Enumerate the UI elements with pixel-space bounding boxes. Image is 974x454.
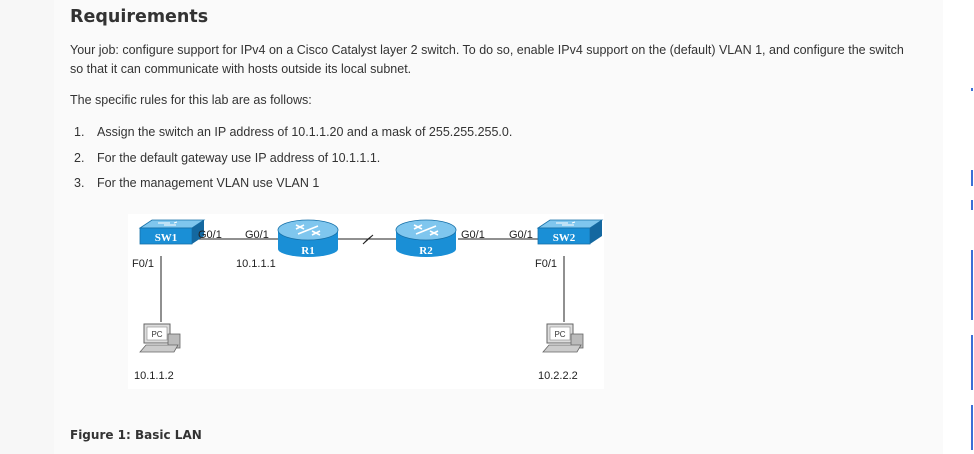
r2-label: R2 [419,245,433,257]
list-item-text: For the management VLAN use VLAN 1 [97,176,320,190]
list-item: 2. For the default gateway use IP address… [70,151,512,177]
pc2-ip-label: 10.2.2.2 [538,370,578,382]
list-item: 3. For the management VLAN use VLAN 1 [70,176,512,202]
rules-list: 1. Assign the switch an IP address of 10.… [70,125,512,202]
list-item-text: For the default gateway use IP address o… [97,150,381,165]
sw1-g01-label: G0/1 [198,229,222,241]
router-r2-icon: R2 [395,219,457,257]
network-diagram: SW1 G0/1 F0/1 R1 G0/1 10.1.1.1 R2 G0/1 S… [128,214,604,389]
pc1-icon: PC [139,323,181,353]
pc2-icon: PC [542,323,584,353]
sw2-g01-label: G0/1 [509,229,533,241]
pc2-screen-label: PC [554,330,565,339]
list-item: 1. Assign the switch an IP address of 10.… [70,125,512,151]
switch-sw1-icon: SW1 [138,219,206,245]
figure-caption: Figure 1: Basic LAN [70,428,202,442]
list-item-number: 2. [74,150,85,165]
intro-paragraph: Your job: configure support for IPv4 on … [70,43,904,76]
gutter-marker [971,335,973,390]
left-margin [0,0,54,454]
link-r1-r2-serial [338,234,398,245]
list-item-text: Assign the switch an IP address of 10.1.… [97,125,513,139]
gutter-marker [971,170,973,186]
sw2-label: SW2 [553,232,576,244]
r1-g01-label: G0/1 [245,229,269,241]
list-item-number: 1. [74,125,85,139]
gutter-marker [971,200,973,210]
page-title: Requirements [70,7,209,27]
list-item-number: 3. [74,176,85,190]
network-diagram-svg: SW1 G0/1 F0/1 R1 G0/1 10.1.1.1 R2 G0/1 S… [132,219,604,382]
r1-ip-label: 10.1.1.1 [236,258,276,270]
r1-label: R1 [301,245,314,257]
gutter-marker [971,88,973,91]
router-r1-icon: R1 [277,219,339,257]
gutter-marker [971,405,973,450]
pc1-ip-label: 10.1.1.2 [134,370,174,382]
right-scroll-gutter [943,0,974,454]
gutter-marker [971,250,973,320]
lab-content: Requirements Your job: configure support… [54,0,943,454]
pc1-screen-label: PC [151,330,162,339]
r2-g01-label: G0/1 [461,229,485,241]
switch-sw2-icon: SW2 [536,219,604,245]
sw2-f01-label: F0/1 [535,258,557,270]
sw1-f01-label: F0/1 [132,258,154,270]
rules-intro: The specific rules for this lab are as f… [70,93,312,107]
sw1-label: SW1 [155,232,178,244]
